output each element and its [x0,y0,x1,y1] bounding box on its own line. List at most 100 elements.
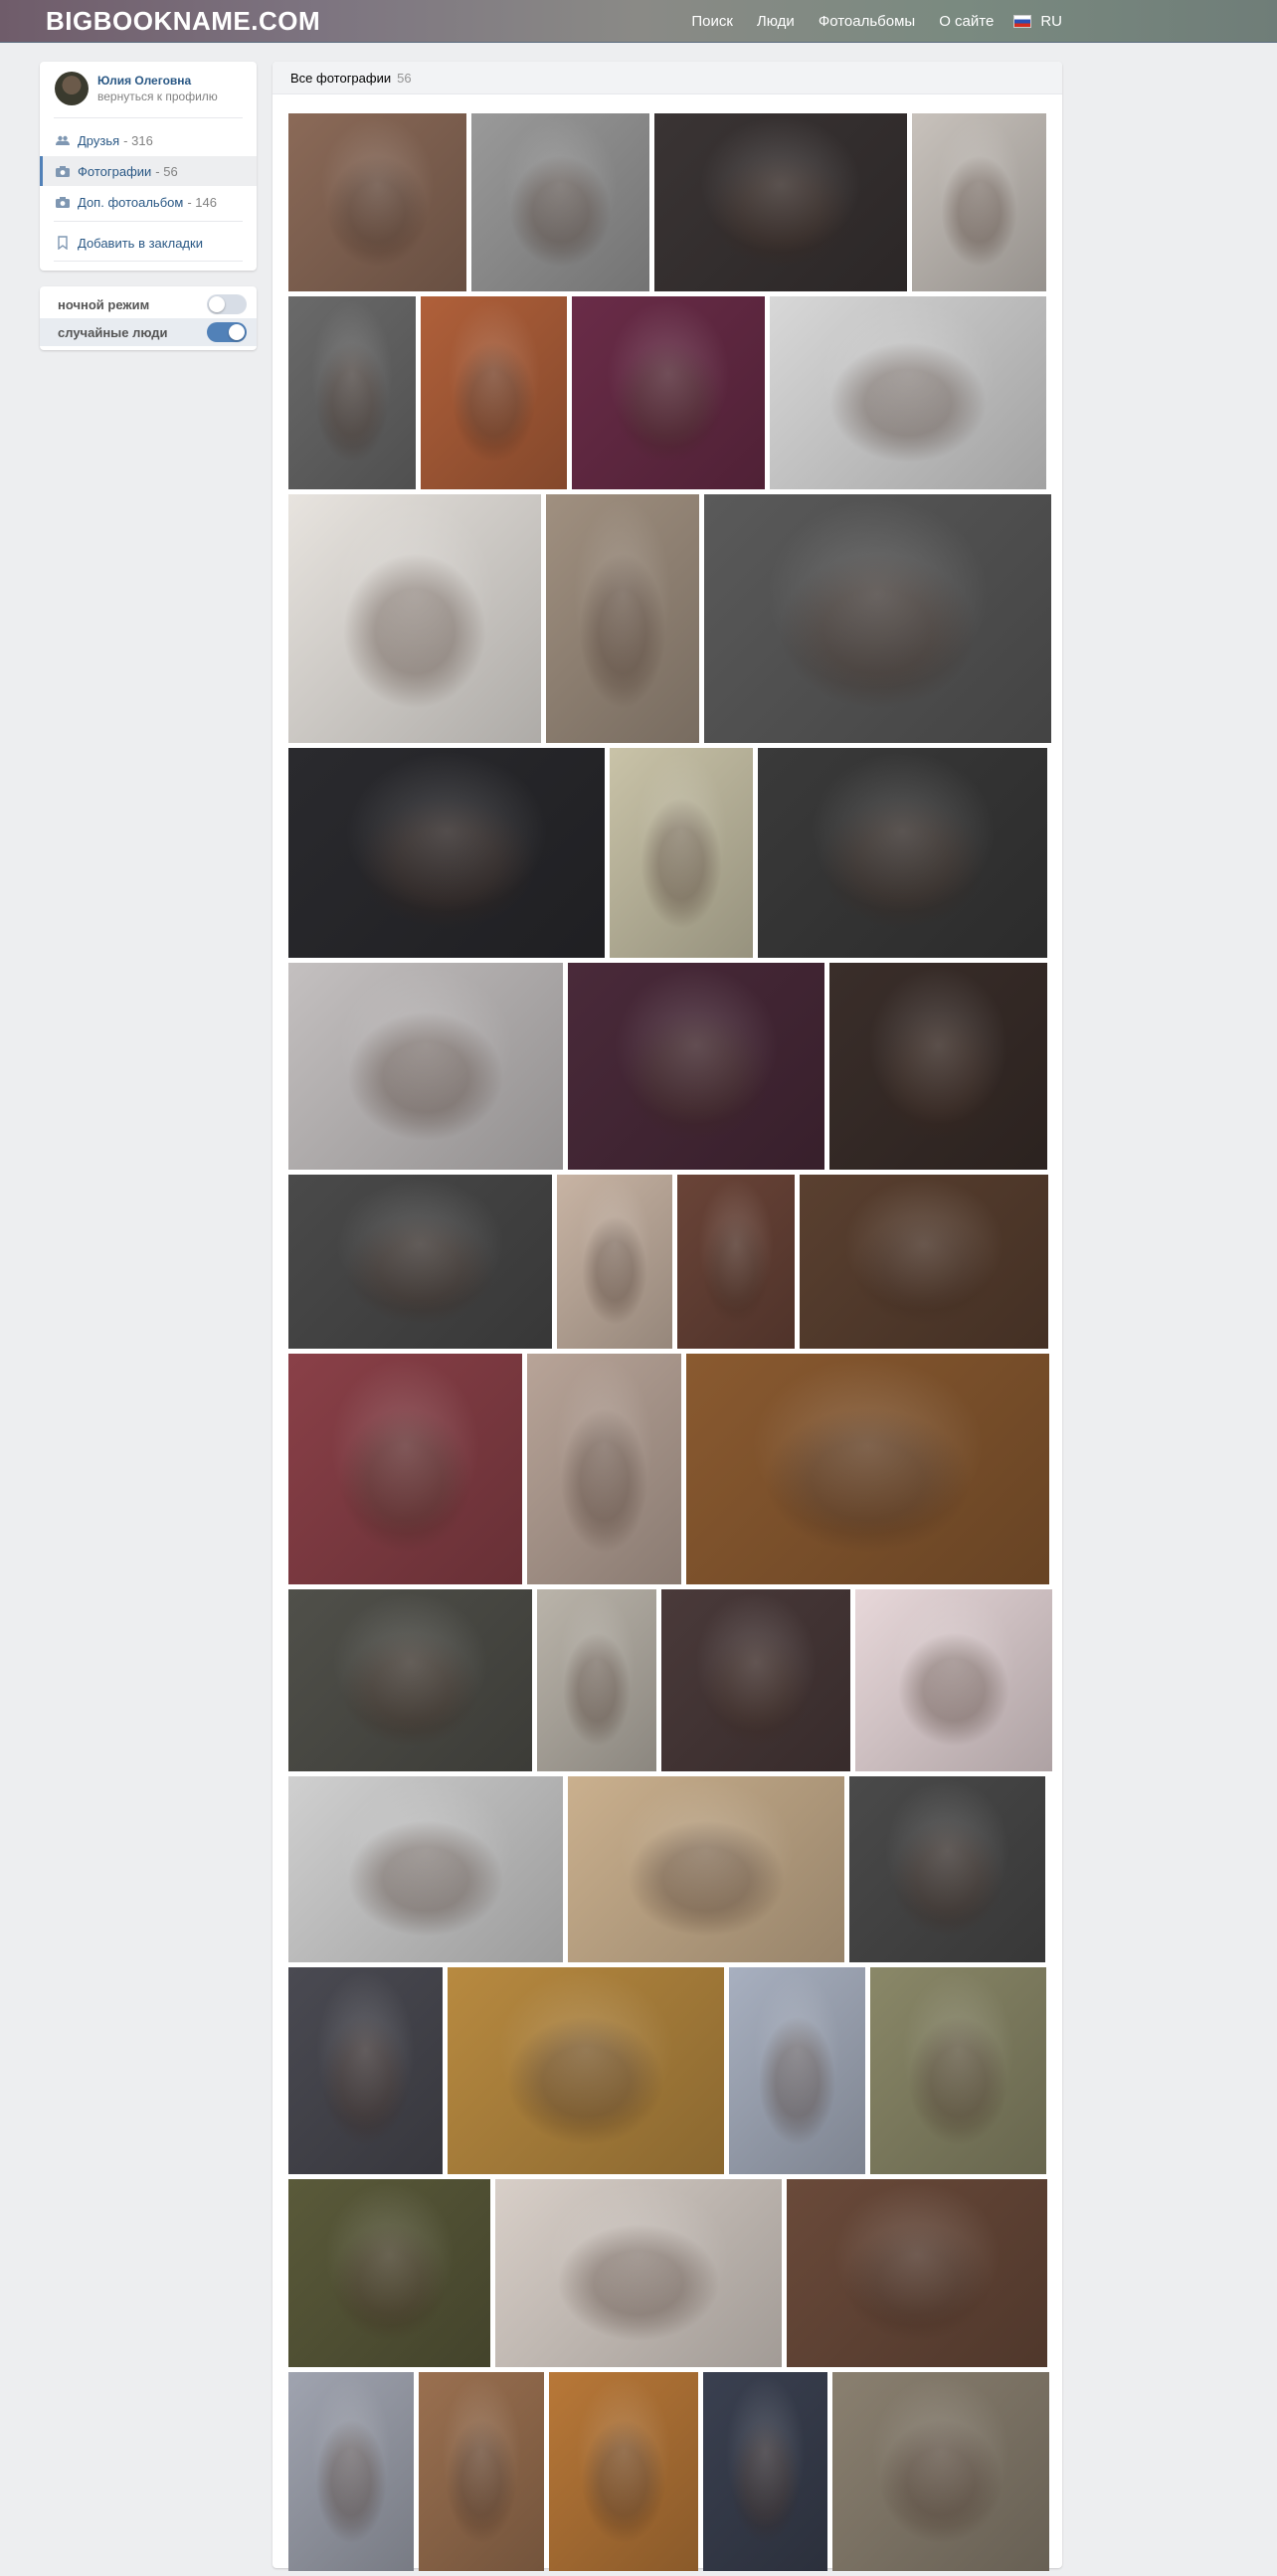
top-nav: Поиск Люди Фотоальбомы О сайте RU [667,13,1062,30]
photo-thumbnail[interactable] [288,1967,443,2174]
photo-thumbnail[interactable] [758,748,1047,958]
gallery-title[interactable]: Все фотографии [290,71,391,86]
night-mode-row: ночной режим [40,290,257,318]
photo-thumbnail[interactable] [704,494,1051,743]
photo-thumbnail[interactable] [912,113,1046,291]
menu-item-friends[interactable]: Друзья - 316 [40,125,257,155]
photo-thumbnail[interactable] [537,1589,656,1771]
photo-row [288,1175,1048,1349]
profile-name[interactable]: Юлия Олеговна [97,74,191,88]
menu-item-photos[interactable]: Фотографии - 56 [40,156,257,186]
gallery-header: Все фотографии 56 [273,62,1062,94]
nav-search-link[interactable]: Поиск [691,13,733,30]
menu-friends-count: - 316 [123,132,153,148]
night-mode-label: ночной режим [58,296,150,312]
photo-thumbnail[interactable] [549,2372,698,2571]
language-switcher[interactable]: RU [1013,13,1062,30]
menu-item-extra-album[interactable]: Доп. фотоальбом - 146 [40,187,257,217]
site-logo[interactable]: BIGBOOKNAME.COM [46,6,320,37]
photo-thumbnail[interactable] [421,296,567,489]
photo-thumbnail[interactable] [527,1354,681,1584]
photo-gallery-panel: Все фотографии 56 [273,62,1062,2571]
photo-thumbnail[interactable] [288,1354,522,1584]
language-label: RU [1040,13,1062,30]
back-to-profile-link[interactable]: вернуться к профилю [97,90,218,103]
photo-thumbnail[interactable] [288,1175,552,1349]
photo-thumbnail[interactable] [288,963,563,1170]
top-bar: BIGBOOKNAME.COM Поиск Люди Фотоальбомы О… [0,0,1277,43]
photo-row [288,494,1051,743]
photo-thumbnail[interactable] [288,2179,490,2367]
photo-thumbnail[interactable] [288,113,466,291]
photo-thumbnail[interactable] [654,113,907,291]
divider [54,221,243,222]
photo-row [288,2179,1047,2367]
photo-thumbnail[interactable] [419,2372,544,2571]
photo-row [288,1967,1046,2174]
photo-thumbnail[interactable] [546,494,699,743]
photo-thumbnail[interactable] [610,748,753,958]
bookmark-icon [58,236,68,250]
ru-flag-icon [1013,15,1032,28]
night-mode-toggle[interactable] [207,294,247,314]
photo-thumbnail[interactable] [770,296,1046,489]
photo-thumbnail[interactable] [568,963,824,1170]
photo-thumbnail[interactable] [787,2179,1047,2367]
menu-extra-album-count: - 146 [187,194,217,210]
profile-card: Юлия Олеговна вернуться к профилю Друзья… [40,62,257,271]
photo-thumbnail[interactable] [572,296,765,489]
nav-people-link[interactable]: Люди [757,13,795,30]
add-bookmark-label: Добавить в закладки [78,235,203,251]
nav-about-link[interactable]: О сайте [939,13,994,30]
divider [54,261,243,262]
photo-thumbnail[interactable] [495,2179,782,2367]
photo-thumbnail[interactable] [471,113,649,291]
random-people-toggle[interactable] [207,322,247,342]
toggle-knob [229,324,245,340]
photo-thumbnail[interactable] [677,1175,795,1349]
avatar[interactable] [55,72,89,105]
menu-extra-album-label: Доп. фотоальбом [78,194,184,210]
divider [54,117,243,118]
photo-thumbnail[interactable] [829,963,1047,1170]
photo-thumbnail[interactable] [729,1967,865,2174]
photo-thumbnail[interactable] [288,296,416,489]
menu-photos-count: - 56 [155,163,178,179]
photo-row [288,963,1047,1170]
toggle-knob [209,296,225,312]
photo-thumbnail[interactable] [568,1776,844,1962]
photo-thumbnail[interactable] [832,2372,1049,2571]
settings-card: ночной режим случайные люди [40,286,257,350]
gallery-count: 56 [397,70,412,86]
photo-row [288,113,1046,291]
photo-row [288,748,1047,958]
photo-thumbnail[interactable] [661,1589,850,1771]
photo-thumbnail[interactable] [849,1776,1045,1962]
photo-row [288,2372,1049,2571]
photo-row [288,296,1046,489]
camera-icon [56,165,70,177]
menu-photos-label: Фотографии [78,163,152,179]
photo-thumbnail[interactable] [288,1589,532,1771]
photo-thumbnail[interactable] [870,1967,1046,2174]
add-bookmark-button[interactable]: Добавить в закладки [40,228,257,258]
photo-thumbnail[interactable] [855,1589,1052,1771]
random-people-label: случайные люди [58,324,168,340]
photo-row [288,1589,1052,1771]
photo-thumbnail[interactable] [557,1175,672,1349]
photo-thumbnail[interactable] [448,1967,724,2174]
photo-thumbnail[interactable] [288,1776,563,1962]
random-people-row: случайные люди [40,318,257,346]
photo-thumbnail[interactable] [288,2372,414,2571]
photo-grid [288,113,1052,2576]
photo-row [288,1776,1046,1962]
photo-thumbnail[interactable] [288,494,541,743]
photo-thumbnail[interactable] [703,2372,827,2571]
friends-icon [56,135,70,145]
photo-row [288,1354,1049,1584]
camera-icon [56,196,70,208]
photo-thumbnail[interactable] [686,1354,1049,1584]
nav-albums-link[interactable]: Фотоальбомы [819,13,915,30]
photo-thumbnail[interactable] [288,748,605,958]
photo-thumbnail[interactable] [800,1175,1048,1349]
